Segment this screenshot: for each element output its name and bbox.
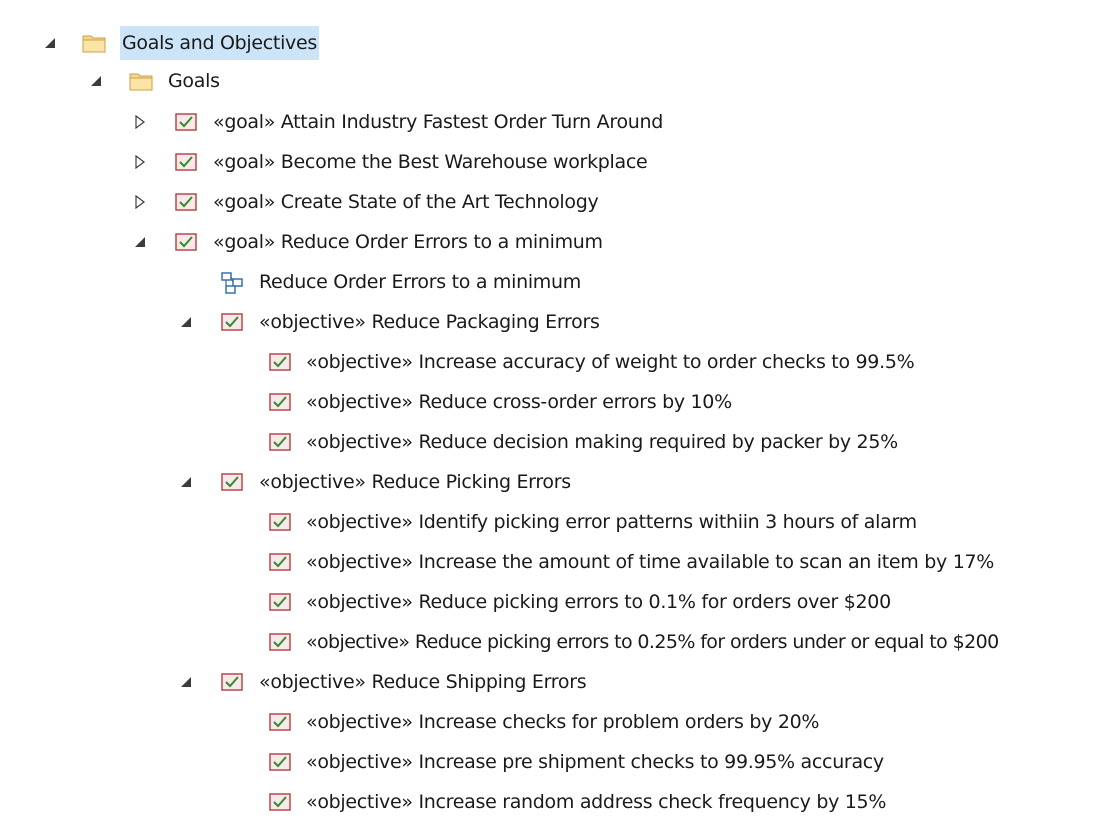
checked-element-icon <box>221 665 245 699</box>
tree-node-label[interactable]: «objective» Increase checks for problem … <box>304 705 821 739</box>
checked-element-icon <box>269 425 293 459</box>
tree-node-label[interactable]: «goal» Reduce Order Errors to a minimum <box>211 225 605 259</box>
tree-node-label[interactable]: «objective» Reduce cross-order errors by… <box>304 385 734 419</box>
folder-icon <box>129 64 153 98</box>
tree-node-label[interactable]: «goal» Create State of the Art Technolog… <box>211 185 600 219</box>
checked-element-icon <box>175 145 199 179</box>
checked-element-icon <box>175 185 199 219</box>
tree-node-label[interactable]: «objective» Reduce Shipping Errors <box>257 665 588 699</box>
tree-node-label[interactable]: «objective» Identify picking error patte… <box>304 505 919 539</box>
tree-node-label[interactable]: «objective» Increase the amount of time … <box>304 545 996 579</box>
checked-element-icon <box>175 225 199 259</box>
triangle-collapsed-icon[interactable] <box>130 145 150 179</box>
tree-node-label[interactable]: «objective» Increase pre shipment checks… <box>304 745 886 779</box>
triangle-expanded-icon[interactable] <box>40 26 60 60</box>
checked-element-icon <box>269 385 293 419</box>
checked-element-icon <box>269 545 293 579</box>
triangle-expanded-icon[interactable] <box>86 64 106 98</box>
triangle-expanded-icon[interactable] <box>176 305 196 339</box>
checked-element-icon <box>269 745 293 779</box>
tree-node-label[interactable]: «goal» Attain Industry Fastest Order Tur… <box>211 105 665 139</box>
triangle-collapsed-icon[interactable] <box>130 105 150 139</box>
checked-element-icon <box>221 305 245 339</box>
checked-element-icon <box>269 345 293 379</box>
checked-element-icon <box>269 705 293 739</box>
tree-node-label[interactable]: «objective» Increase random address chec… <box>304 785 888 819</box>
tree-node-label[interactable]: «objective» Reduce picking errors to 0.1… <box>304 585 893 619</box>
tree-node-label[interactable]: Goals <box>166 64 222 98</box>
checked-element-icon <box>175 105 199 139</box>
checked-element-icon <box>269 505 293 539</box>
triangle-expanded-icon[interactable] <box>130 225 150 259</box>
checked-element-icon <box>269 625 293 659</box>
triangle-collapsed-icon[interactable] <box>130 185 150 219</box>
triangle-expanded-icon[interactable] <box>176 665 196 699</box>
checked-element-icon <box>221 465 245 499</box>
project-browser-tree: Goals and Objectives Goals «goal» Attain… <box>0 0 1116 822</box>
tree-node-label[interactable]: «objective» Reduce picking errors to 0.2… <box>304 625 1001 659</box>
tree-node-label[interactable]: «objective» Increase accuracy of weight … <box>304 345 916 379</box>
tree-node-label[interactable]: Reduce Order Errors to a minimum <box>257 265 583 299</box>
tree-node-label[interactable]: «objective» Reduce decision making requi… <box>304 425 900 459</box>
tree-node-label[interactable]: «goal» Become the Best Warehouse workpla… <box>211 145 649 179</box>
checked-element-icon <box>269 585 293 619</box>
triangle-expanded-icon[interactable] <box>176 465 196 499</box>
tree-node-label[interactable]: «objective» Reduce Picking Errors <box>257 465 573 499</box>
folder-icon <box>82 26 106 60</box>
checked-element-icon <box>269 785 293 819</box>
tree-node-label[interactable]: Goals and Objectives <box>120 26 319 60</box>
diagram-icon <box>221 265 245 299</box>
tree-node-label[interactable]: «objective» Reduce Packaging Errors <box>257 305 602 339</box>
